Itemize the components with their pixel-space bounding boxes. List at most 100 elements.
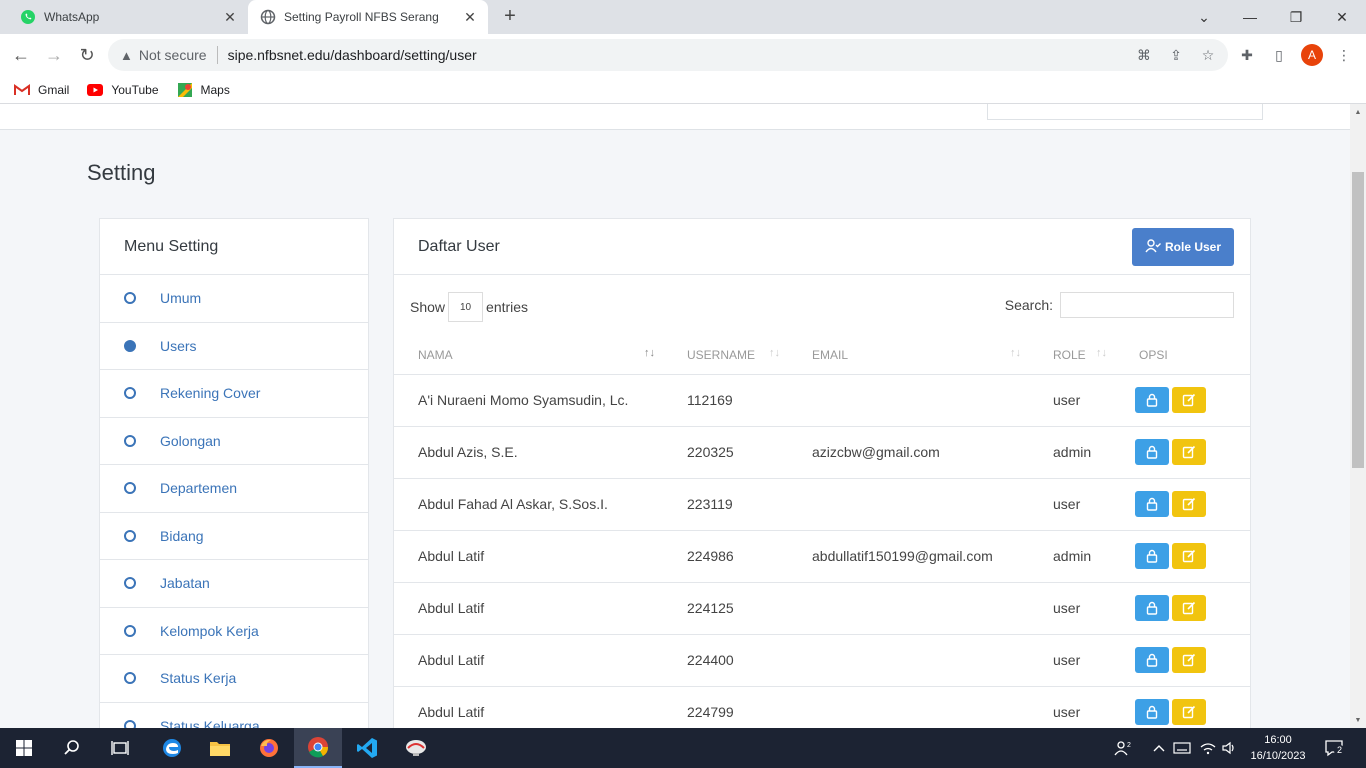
- menu-item-rekening-cover[interactable]: Rekening Cover: [100, 370, 368, 418]
- edit-user-button[interactable]: [1172, 647, 1206, 673]
- column-header-email[interactable]: EMAIL ↑↓: [788, 337, 1029, 375]
- cell-username: 224986: [663, 530, 788, 583]
- search-icon[interactable]: [48, 728, 96, 768]
- browser-tab-strip: WhatsApp ✕ Setting Payroll NFBS Serang ✕…: [0, 0, 1366, 34]
- cell-username: 224125: [663, 582, 788, 635]
- minimize-icon[interactable]: —: [1227, 0, 1273, 34]
- security-label[interactable]: Not secure: [139, 47, 207, 63]
- menu-item-golongan[interactable]: Golongan: [100, 418, 368, 465]
- menu-item-umum[interactable]: Umum: [100, 275, 368, 323]
- speaker-icon[interactable]: [1222, 728, 1238, 768]
- entries-label: entries: [486, 299, 529, 315]
- url-text[interactable]: sipe.nfbsnet.edu/dashboard/setting/user: [228, 47, 477, 63]
- cell-email: azizcbw@gmail.com: [788, 426, 1029, 479]
- close-window-icon[interactable]: ✕: [1319, 0, 1365, 34]
- people-icon[interactable]: 2: [1114, 728, 1132, 768]
- share-icon[interactable]: ⇪: [1166, 45, 1186, 65]
- edit-icon: [1182, 497, 1196, 511]
- menu-item-jabatan[interactable]: Jabatan: [100, 560, 368, 608]
- sort-icon: ↑↓: [1010, 347, 1021, 359]
- reset-password-button[interactable]: [1135, 647, 1169, 673]
- chevron-up-icon[interactable]: [1152, 728, 1166, 768]
- bookmark-star-icon[interactable]: ☆: [1198, 45, 1218, 65]
- edit-user-button[interactable]: [1172, 595, 1206, 621]
- scroll-down-icon[interactable]: ▼: [1350, 712, 1366, 728]
- whatsapp-icon: [20, 9, 36, 25]
- reset-password-button[interactable]: [1135, 699, 1169, 725]
- menu-item-status-keluarga[interactable]: Status Keluarga: [100, 703, 368, 728]
- cell-email: [788, 478, 1029, 531]
- reload-icon[interactable]: ↻: [75, 43, 99, 67]
- menu-item-label: Users: [160, 337, 197, 354]
- lock-icon: [1146, 705, 1158, 719]
- system-clock[interactable]: 16:00 16/10/2023: [1246, 732, 1310, 764]
- more-menu-icon[interactable]: ⋮: [1334, 45, 1354, 65]
- edit-user-button[interactable]: [1172, 439, 1206, 465]
- edit-user-button[interactable]: [1172, 699, 1206, 725]
- column-header-role[interactable]: ROLE ↑↓: [1029, 337, 1115, 375]
- task-view-icon[interactable]: [96, 728, 144, 768]
- bookmark-youtube[interactable]: YouTube: [87, 82, 159, 97]
- clock-date: 16/10/2023: [1250, 750, 1306, 762]
- restore-icon[interactable]: ❐: [1273, 0, 1319, 34]
- scroll-up-icon[interactable]: ▲: [1350, 104, 1366, 120]
- lock-icon: [1146, 653, 1158, 667]
- edit-user-button[interactable]: [1172, 491, 1206, 517]
- bookmark-label: YouTube: [111, 82, 159, 97]
- tab-whatsapp[interactable]: WhatsApp ✕: [8, 0, 248, 34]
- menu-item-label: Jabatan: [160, 575, 210, 592]
- reset-password-button[interactable]: [1135, 387, 1169, 413]
- reset-password-button[interactable]: [1135, 491, 1169, 517]
- scrollbar-thumb[interactable]: [1352, 172, 1364, 468]
- circle-icon: [124, 624, 136, 637]
- entries-select[interactable]: 10: [448, 292, 484, 322]
- translate-icon[interactable]: ⌘: [1134, 45, 1154, 65]
- reset-password-button[interactable]: [1135, 543, 1169, 569]
- reset-password-button[interactable]: [1135, 595, 1169, 621]
- bookmark-maps[interactable]: Maps: [177, 82, 230, 97]
- notification-count: 2: [1334, 745, 1345, 756]
- notification-center-icon[interactable]: 2: [1324, 738, 1345, 758]
- globe-icon: [260, 9, 276, 25]
- file-explorer-icon[interactable]: [196, 728, 244, 768]
- address-bar[interactable]: ▲ Not secure sipe.nfbsnet.edu/dashboard/…: [108, 39, 1228, 71]
- side-panel-icon[interactable]: ▯: [1269, 45, 1289, 65]
- tab-search-icon[interactable]: ⌄: [1181, 0, 1227, 34]
- vscode-icon[interactable]: [343, 728, 391, 768]
- role-user-button[interactable]: Role User: [1132, 228, 1234, 266]
- keyboard-icon[interactable]: [1173, 728, 1191, 768]
- cell-opsi: [1115, 686, 1250, 728]
- top-navbar: [0, 104, 1350, 130]
- reset-password-button[interactable]: [1135, 439, 1169, 465]
- menu-item-users[interactable]: Users: [100, 323, 368, 370]
- back-arrow-icon[interactable]: ←: [9, 43, 33, 67]
- column-header-username[interactable]: USERNAME ↑↓: [663, 337, 788, 375]
- forward-arrow-icon[interactable]: →: [42, 43, 66, 67]
- cell-email: [788, 634, 1029, 687]
- firefox-icon[interactable]: [245, 728, 293, 768]
- edge-icon[interactable]: [148, 728, 196, 768]
- edit-user-button[interactable]: [1172, 543, 1206, 569]
- extensions-icon[interactable]: ✚: [1237, 45, 1257, 65]
- app-icon[interactable]: [392, 728, 440, 768]
- entries-control: Show 10 entries: [410, 292, 528, 322]
- menu-item-kelompok-kerja[interactable]: Kelompok Kerja: [100, 608, 368, 655]
- close-tab-icon[interactable]: ✕: [220, 9, 240, 26]
- profile-avatar[interactable]: A: [1301, 44, 1323, 66]
- search-input[interactable]: [1060, 292, 1234, 318]
- menu-item-status-kerja[interactable]: Status Kerja: [100, 655, 368, 703]
- warning-triangle-icon[interactable]: ▲: [120, 48, 133, 63]
- wifi-icon[interactable]: [1199, 728, 1217, 768]
- bookmark-gmail[interactable]: Gmail: [14, 83, 69, 97]
- chrome-icon[interactable]: [294, 728, 342, 768]
- menu-item-bidang[interactable]: Bidang: [100, 513, 368, 560]
- new-tab-icon[interactable]: +: [498, 5, 522, 28]
- menu-item-departemen[interactable]: Departemen: [100, 465, 368, 513]
- windows-start-icon[interactable]: [0, 728, 48, 768]
- table-header-row: NAMA ↑↓ USERNAME ↑↓ EMAIL ↑↓ ROLE ↑↓ OPSI: [394, 337, 1250, 375]
- column-header-nama[interactable]: NAMA ↑↓: [394, 337, 663, 375]
- edit-user-button[interactable]: [1172, 387, 1206, 413]
- close-tab-icon[interactable]: ✕: [460, 9, 480, 26]
- page-scrollbar[interactable]: ▲ ▼: [1350, 104, 1366, 728]
- tab-setting-payroll[interactable]: Setting Payroll NFBS Serang ✕: [248, 0, 488, 34]
